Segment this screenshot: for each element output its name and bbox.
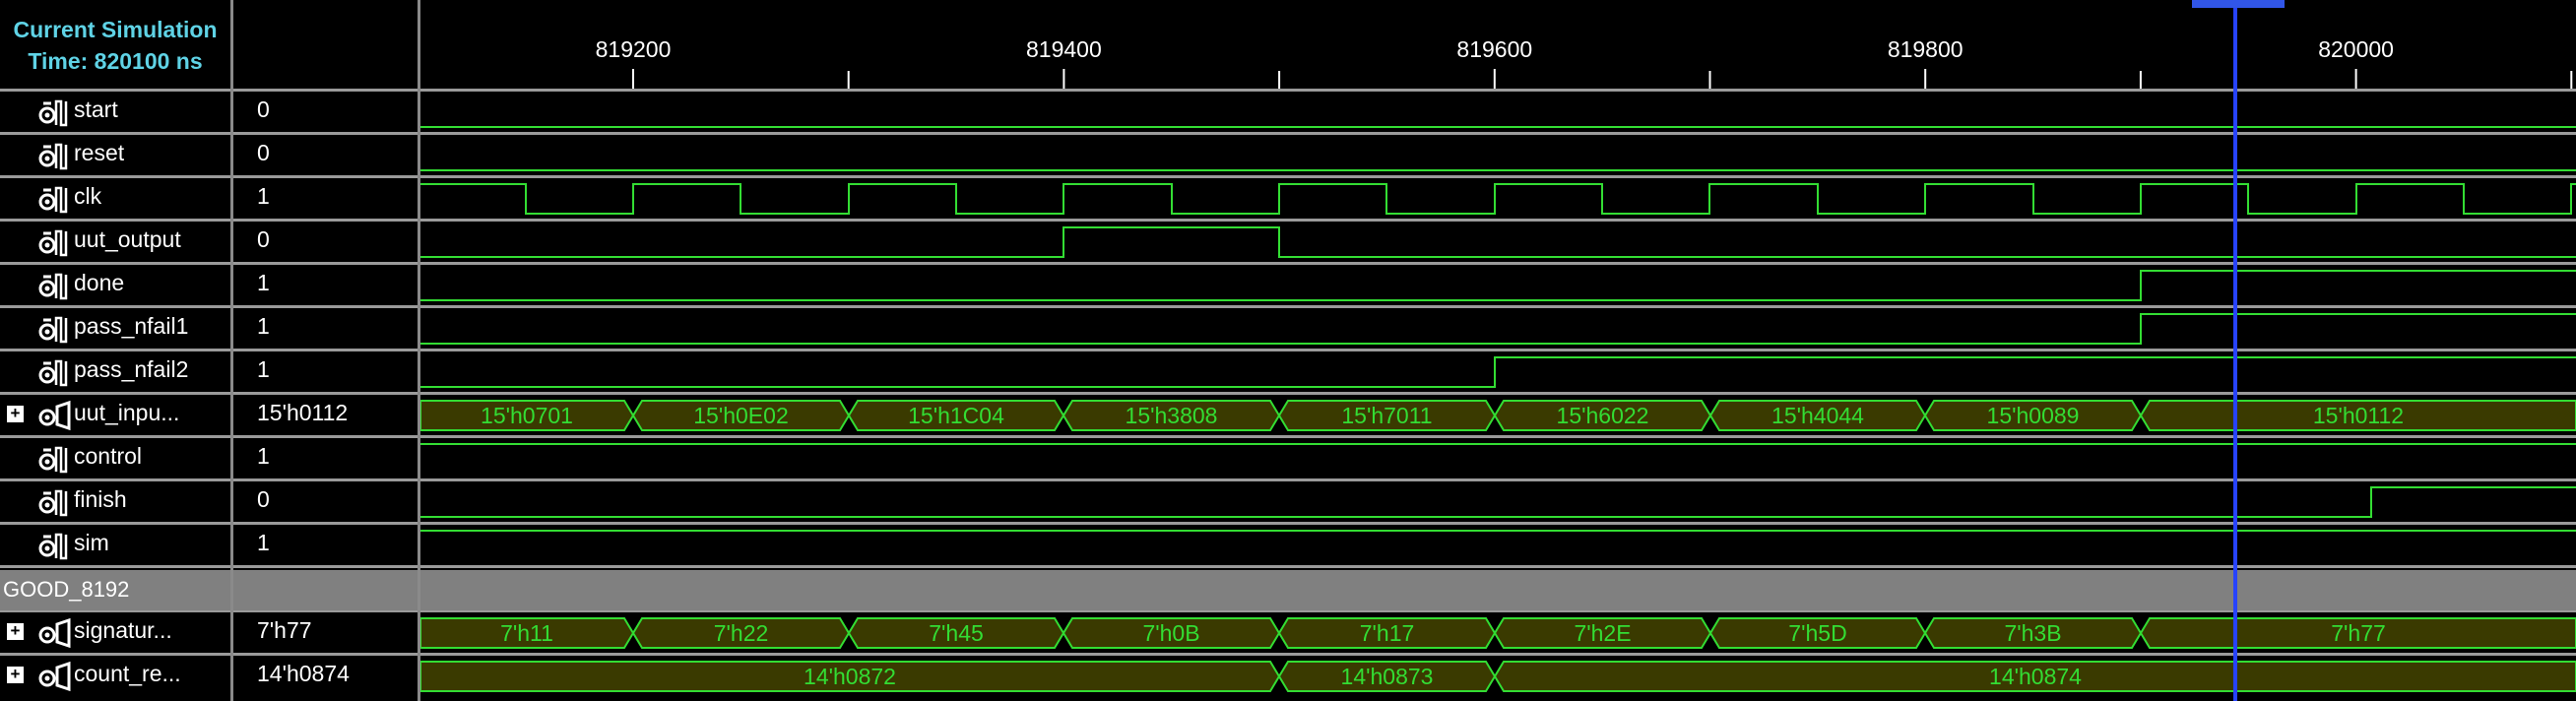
bus-segment-label: 15'h0112 [2313, 403, 2404, 428]
bus-segment-label: 7'h22 [714, 620, 769, 646]
signal-row[interactable]: sim 1 [0, 525, 420, 565]
signal-value: 7'h77 [257, 617, 312, 643]
pass_nfail2-waveform[interactable] [420, 356, 2576, 388]
finish-waveform[interactable] [420, 486, 2576, 518]
signal-row[interactable]: + uut_inpu... 15'h0112 [0, 395, 420, 435]
bus-segment-label: 7'h3B [2004, 620, 2061, 646]
bus-segment-label: 15'h0E02 [693, 403, 788, 428]
bus-segment-label: 7'h17 [1360, 620, 1415, 646]
signal-name[interactable]: signatur... [74, 617, 172, 644]
signal-name[interactable]: pass_nfail2 [74, 356, 188, 383]
bus-icon [38, 661, 71, 692]
signal-row[interactable]: + count_re... 14'h0874 [0, 656, 420, 696]
signal-value: 15'h0112 [257, 400, 349, 425]
signal-value: 0 [257, 140, 270, 165]
signature-bus-waveform[interactable]: 7'h11 7'h22 7'h45 7'h0B 7'h17 7'h2E 7'h5D 7'h3B… [419, 617, 2576, 649]
signal-name[interactable]: control [74, 443, 142, 470]
waveform-viewer: Current Simulation Time: 820100 ns 81920… [0, 0, 2576, 701]
expand-icon[interactable]: + [7, 405, 24, 422]
signal-name[interactable]: done [74, 270, 124, 296]
ruler-tick-label: 820000 [2318, 36, 2394, 62]
signal-name[interactable]: pass_nfail1 [74, 313, 188, 340]
signal-icon [38, 489, 68, 517]
bus-segment-label: 15'h7011 [1341, 403, 1432, 428]
signal-row[interactable]: pass_nfail2 1 [0, 351, 420, 392]
signal-row[interactable]: pass_nfail1 1 [0, 308, 420, 349]
signal-value: 1 [257, 313, 270, 339]
uut_output-waveform[interactable] [420, 226, 2576, 258]
signal-icon [38, 446, 68, 474]
expand-icon[interactable]: + [7, 666, 24, 683]
signal-row[interactable]: uut_output 0 [0, 222, 420, 262]
signal-value: 1 [257, 356, 270, 382]
signal-icon [38, 99, 68, 127]
ruler-tick-label: 819400 [1026, 36, 1102, 62]
signal-row[interactable]: reset 0 [0, 135, 420, 175]
signal-name[interactable]: uut_inpu... [74, 400, 179, 426]
signal-name[interactable]: clk [74, 183, 101, 210]
signal-icon [38, 273, 68, 300]
clk-waveform[interactable] [420, 183, 2576, 215]
bus-segment-label: 7'h2E [1574, 620, 1631, 646]
group-label: GOOD_8192 [3, 577, 130, 602]
signal-icon [38, 143, 68, 170]
time-cursor[interactable] [2233, 0, 2237, 701]
value-column-separator[interactable] [418, 0, 420, 701]
bus-segment-label: 14'h0872 [804, 664, 896, 689]
signal-value: 1 [257, 270, 270, 295]
signal-value: 0 [257, 96, 270, 122]
signal-value: 0 [257, 486, 270, 512]
signal-icon [38, 229, 68, 257]
signal-name[interactable]: reset [74, 140, 124, 166]
signal-value: 1 [257, 530, 270, 555]
signal-name[interactable]: count_re... [74, 661, 181, 687]
bus-segment-label: 7'h0B [1142, 620, 1199, 646]
group-divider[interactable]: GOOD_8192 [0, 570, 2576, 610]
row-separator [0, 565, 2576, 568]
signal-icon [38, 359, 68, 387]
ruler-tick-label: 819200 [596, 36, 672, 62]
pass_nfail1-waveform[interactable] [420, 313, 2576, 345]
signal-icon [38, 186, 68, 214]
signal-row[interactable]: control 1 [0, 438, 420, 478]
bus-segment-label: 15'h0089 [1987, 403, 2080, 428]
bus-segment-label: 7'h45 [929, 620, 984, 646]
bus-segment-label: 15'h0701 [481, 403, 573, 428]
signal-row[interactable]: clk 1 [0, 178, 420, 219]
done-waveform[interactable] [420, 270, 2576, 301]
bus-icon [38, 400, 71, 431]
bus-segment-label: 7'h5D [1788, 620, 1846, 646]
signal-row[interactable]: start 0 [0, 92, 420, 132]
expand-icon[interactable]: + [7, 622, 24, 640]
bus-segment-label: 14'h0874 [1989, 664, 2082, 689]
signal-name[interactable]: finish [74, 486, 127, 513]
signal-name[interactable]: start [74, 96, 118, 123]
bus-segment-label: 14'h0873 [1341, 664, 1434, 689]
count_reg-bus-waveform[interactable]: 14'h0872 14'h0873 14'h0874 [419, 661, 2576, 692]
ruler-tick-label: 819600 [1456, 36, 1532, 62]
ruler-tick-label: 819800 [1888, 36, 1964, 62]
bus-segment-label: 7'h11 [500, 620, 553, 646]
signal-name[interactable]: sim [74, 530, 109, 556]
bus-segment-label: 15'h6022 [1557, 403, 1649, 428]
time-cursor-marker[interactable] [2192, 0, 2285, 8]
signal-row[interactable]: finish 0 [0, 481, 420, 522]
signal-name[interactable]: uut_output [74, 226, 181, 253]
signal-icon [38, 533, 68, 560]
signal-row[interactable]: + signatur... 7'h77 [0, 612, 420, 653]
signal-value: 0 [257, 226, 270, 252]
signal-icon [38, 316, 68, 344]
signal-value: 1 [257, 443, 270, 469]
bus-icon [38, 617, 71, 649]
signal-value: 14'h0874 [257, 661, 350, 686]
time-ruler[interactable]: 819200 819400 819600 819800 820000 [596, 36, 2573, 90]
name-column-separator[interactable] [230, 0, 233, 701]
bus-segment-label: 15'h4044 [1771, 403, 1864, 428]
bus-segment-label: 7'h77 [2331, 620, 2386, 646]
signal-value: 1 [257, 183, 270, 209]
signal-row[interactable]: done 1 [0, 265, 420, 305]
bus-segment-label: 15'h3808 [1126, 403, 1218, 428]
bus-segment-label: 15'h1C04 [908, 403, 1004, 428]
uut_input-bus-waveform[interactable]: 15'h0701 15'h0E02 15'h1C04 15'h3808 15'h7011… [419, 400, 2576, 431]
